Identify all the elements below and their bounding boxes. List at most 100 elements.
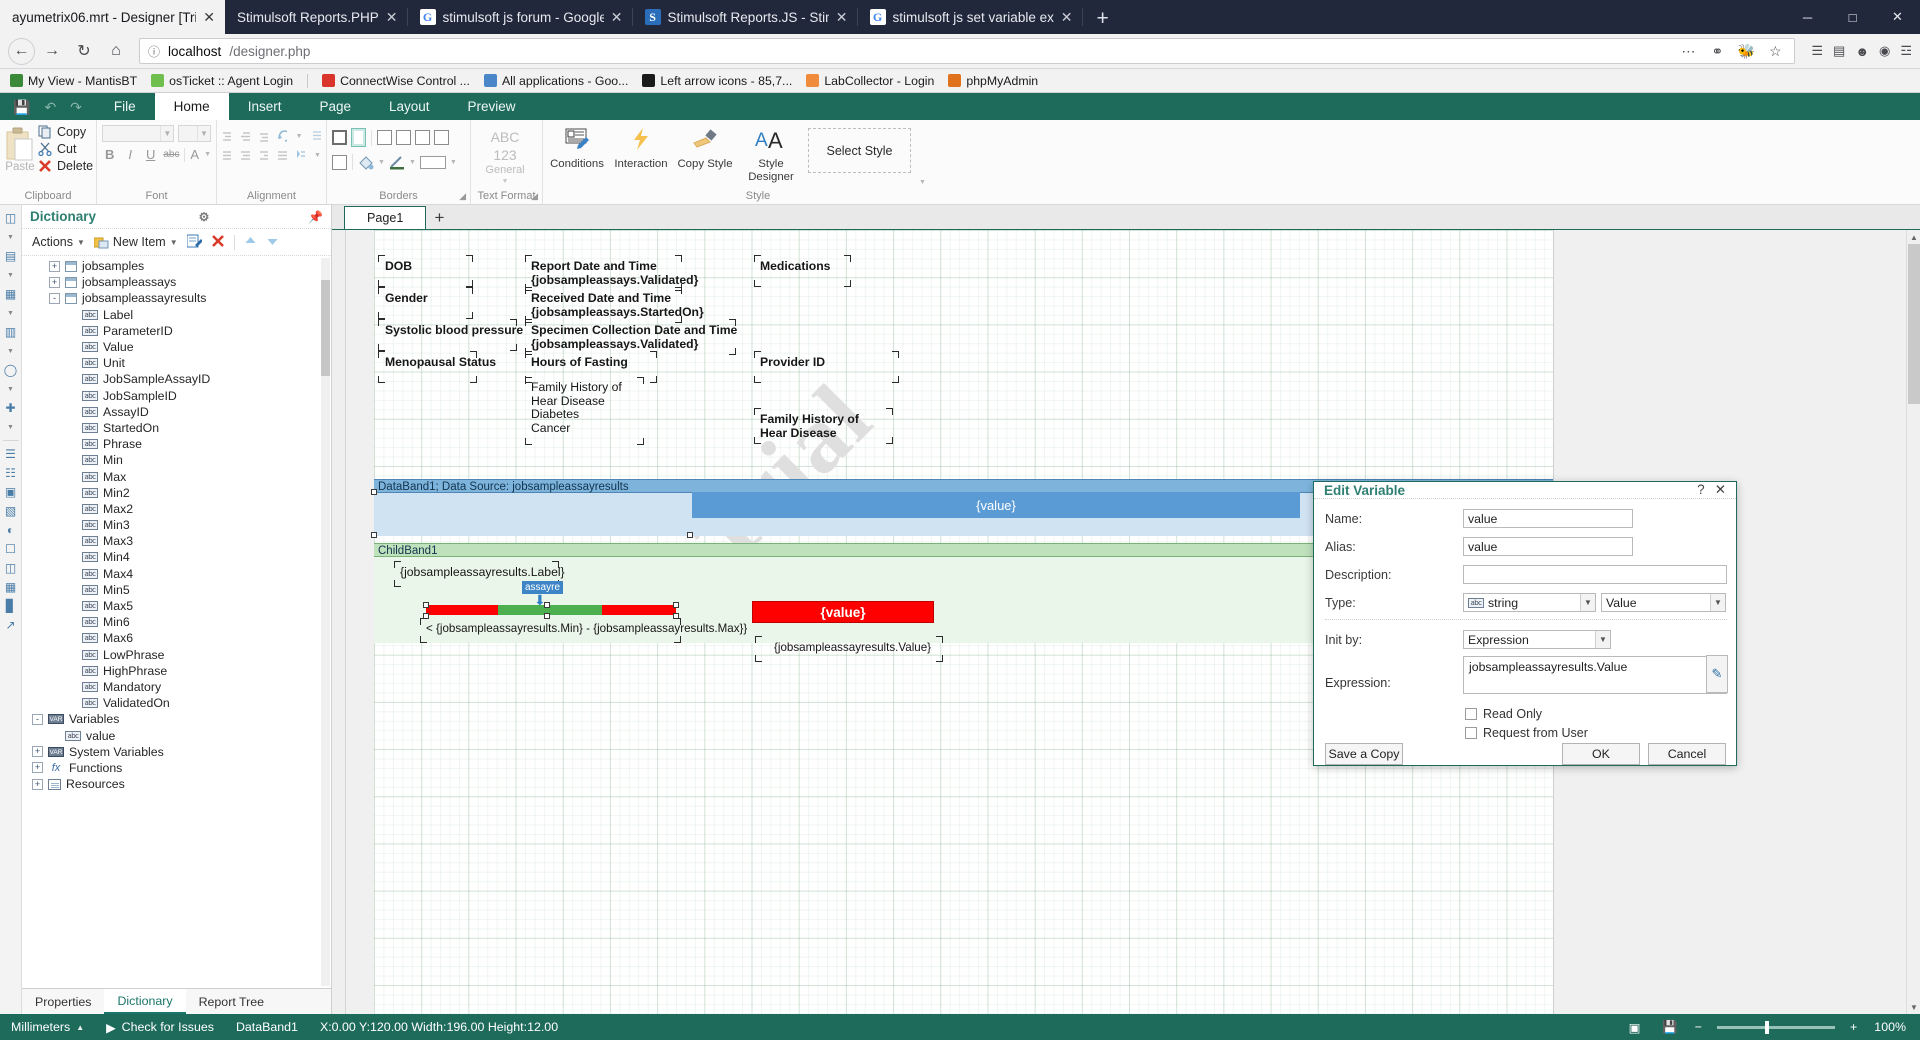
border-all-icon[interactable] [332, 130, 347, 145]
dictionary-tree-item[interactable]: abc HighPhrase [22, 663, 331, 679]
ribbon-tab-layout[interactable]: Layout [370, 93, 449, 120]
browser-tab[interactable]: stimulsoft js forum - Google Se ✕ [408, 0, 633, 34]
gear-icon[interactable]: ⚙ [189, 210, 210, 224]
ribbon-tab-file[interactable]: File [95, 93, 155, 120]
dictionary-scrollbar[interactable] [321, 258, 330, 986]
dictionary-tree-item[interactable]: - VAR Variables [22, 711, 331, 727]
text-format-button[interactable]: ABC 123 General ▼ [476, 125, 534, 187]
font-color-button[interactable]: A [190, 147, 199, 162]
chevron-down-icon[interactable]: ▼ [917, 179, 926, 190]
expand-icon[interactable]: + [32, 762, 43, 774]
expression-input[interactable]: jobsampleassayresults.Value [1463, 656, 1727, 694]
dictionary-tree-item[interactable]: abc ParameterID [22, 323, 331, 339]
dictionary-tree-item[interactable]: abc Min6 [22, 614, 331, 630]
save-state-icon[interactable]: 💾 [1651, 1014, 1688, 1040]
range-text[interactable]: < {jobsampleassayresults.Min} - {jobsamp… [426, 622, 747, 636]
new-tab-button[interactable]: + [1083, 4, 1123, 34]
value-red-box[interactable]: {value} [752, 601, 934, 623]
tab-properties[interactable]: Properties [22, 989, 104, 1014]
pin-icon[interactable]: 📌 [302, 210, 323, 224]
range-gauge[interactable] [426, 605, 676, 615]
dictionary-tree-item[interactable]: abc Min3 [22, 517, 331, 533]
zoom-in-button[interactable]: + [1844, 1014, 1863, 1040]
edit-expression-icon[interactable]: ✎ [1706, 655, 1728, 693]
dictionary-tree[interactable]: + jobsamples + jobsampleassays - jobsampleass… [22, 256, 331, 988]
band-tool-icon[interactable]: ◫ [2, 209, 20, 227]
bookmark-item[interactable]: ConnectWise Control ... [322, 74, 470, 88]
checkbox-tool-icon[interactable]: ☐ [2, 540, 20, 558]
dictionary-tree-item[interactable]: abc Value [22, 339, 331, 355]
check-issues-button[interactable]: ▶ Check for Issues [95, 1014, 225, 1040]
border-color-icon[interactable] [389, 155, 405, 170]
close-icon[interactable]: ✕ [203, 10, 215, 24]
window-close-button[interactable]: ✕ [1875, 0, 1920, 34]
dictionary-tree-item[interactable]: + VAR System Variables [22, 744, 331, 760]
chevron-down-icon[interactable]: ▼ [2, 266, 20, 284]
cross-band-tool-icon[interactable]: ▤ [2, 247, 20, 265]
interaction-button[interactable]: Interaction [612, 125, 670, 171]
bug-icon[interactable]: 🐝 [1735, 43, 1757, 60]
expand-icon[interactable]: + [49, 260, 60, 272]
bookmark-item[interactable]: All applications - Goo... [483, 74, 628, 88]
edit-icon[interactable] [186, 234, 203, 251]
up-arrow-icon[interactable] [244, 235, 257, 250]
select-style-button[interactable]: Select Style [808, 128, 911, 173]
collapse-icon[interactable]: - [32, 713, 43, 725]
page-view-icon[interactable]: ▣ [1618, 1014, 1652, 1040]
report-text[interactable]: Report Date and Time {jobsampleassays.Va… [531, 259, 698, 287]
report-text[interactable]: DOB [385, 259, 412, 274]
canvas-vertical-scrollbar[interactable]: ▲ ▼ [1906, 230, 1920, 1014]
align-middle-icon[interactable] [240, 131, 250, 142]
dictionary-tree-item[interactable]: + fx Functions [22, 760, 331, 776]
browser-tab[interactable]: ayumetrix06.mrt - Designer [Trial] ✕ [0, 0, 225, 34]
fill-color-icon[interactable] [358, 155, 374, 170]
chevron-down-icon[interactable]: ▼ [2, 342, 20, 360]
new-item-menu[interactable]: New Item ▼ [93, 235, 178, 249]
tab-report-tree[interactable]: Report Tree [186, 989, 277, 1014]
units-selector[interactable]: Millimeters ▲ [0, 1014, 95, 1040]
close-icon[interactable]: ✕ [1715, 482, 1726, 498]
ribbon-tab-home[interactable]: Home [154, 93, 229, 120]
redo-icon[interactable]: ↷ [70, 100, 82, 114]
align-top-icon[interactable] [222, 131, 232, 142]
zoom-slider-thumb[interactable] [1765, 1020, 1770, 1034]
border-style-select[interactable] [419, 155, 446, 169]
dictionary-tree-item[interactable]: + Resources [22, 776, 331, 792]
border-right-icon[interactable] [415, 130, 430, 145]
italic-button[interactable]: I [122, 147, 137, 162]
chevron-down-icon[interactable]: ▼ [204, 151, 211, 158]
dictionary-tree-item[interactable]: abc value [22, 727, 331, 743]
chevron-down-icon[interactable]: ▼ [450, 159, 457, 166]
description-input[interactable] [1463, 565, 1727, 584]
menu-icon[interactable]: ☲ [1900, 43, 1912, 59]
save-a-copy-button[interactable]: Save a Copy [1325, 742, 1403, 765]
delete-icon[interactable] [211, 234, 225, 251]
report-text[interactable]: Gender [385, 291, 428, 306]
table-tool-icon[interactable]: ▦ [2, 578, 20, 596]
databand-value-box[interactable]: {value} [692, 492, 1300, 518]
page-tab-page1[interactable]: Page1 [344, 206, 427, 229]
down-arrow-icon[interactable] [266, 235, 279, 250]
border-top-icon[interactable] [396, 130, 411, 145]
close-icon[interactable]: ✕ [386, 10, 398, 24]
scroll-down-icon[interactable]: ▼ [1907, 1000, 1920, 1014]
barchart-tool-icon[interactable]: ▊ [2, 597, 20, 615]
gauge-tool-icon[interactable]: ◐ [2, 521, 20, 539]
maximize-button[interactable]: □ [1830, 0, 1875, 34]
child-label-text[interactable]: {jobsampleassayresults.Label} [400, 565, 565, 580]
library-icon[interactable]: ☰ [1811, 43, 1823, 59]
edit-variable-dialog[interactable]: Edit Variable ? ✕ Name: value Alias: val… [1313, 481, 1737, 766]
alias-input[interactable]: value [1463, 537, 1633, 556]
richtext-tool-icon[interactable]: ☷ [2, 464, 20, 482]
chevron-down-icon[interactable]: ▼ [314, 152, 321, 159]
name-input[interactable]: value [1463, 509, 1633, 528]
dictionary-tree-item[interactable]: abc Max4 [22, 566, 331, 582]
component-tool-icon[interactable]: ▦ [2, 285, 20, 303]
bookmark-item[interactable]: osTicket :: Agent Login [151, 74, 293, 88]
dictionary-tree-item[interactable]: abc Unit [22, 355, 331, 371]
star-icon[interactable]: ☆ [1764, 43, 1786, 60]
chevron-down-icon[interactable]: ▼ [2, 380, 20, 398]
account-icon[interactable]: ☻ [1855, 44, 1869, 59]
copy-style-button[interactable]: Copy Style [676, 125, 734, 171]
expand-icon[interactable]: + [32, 746, 43, 758]
